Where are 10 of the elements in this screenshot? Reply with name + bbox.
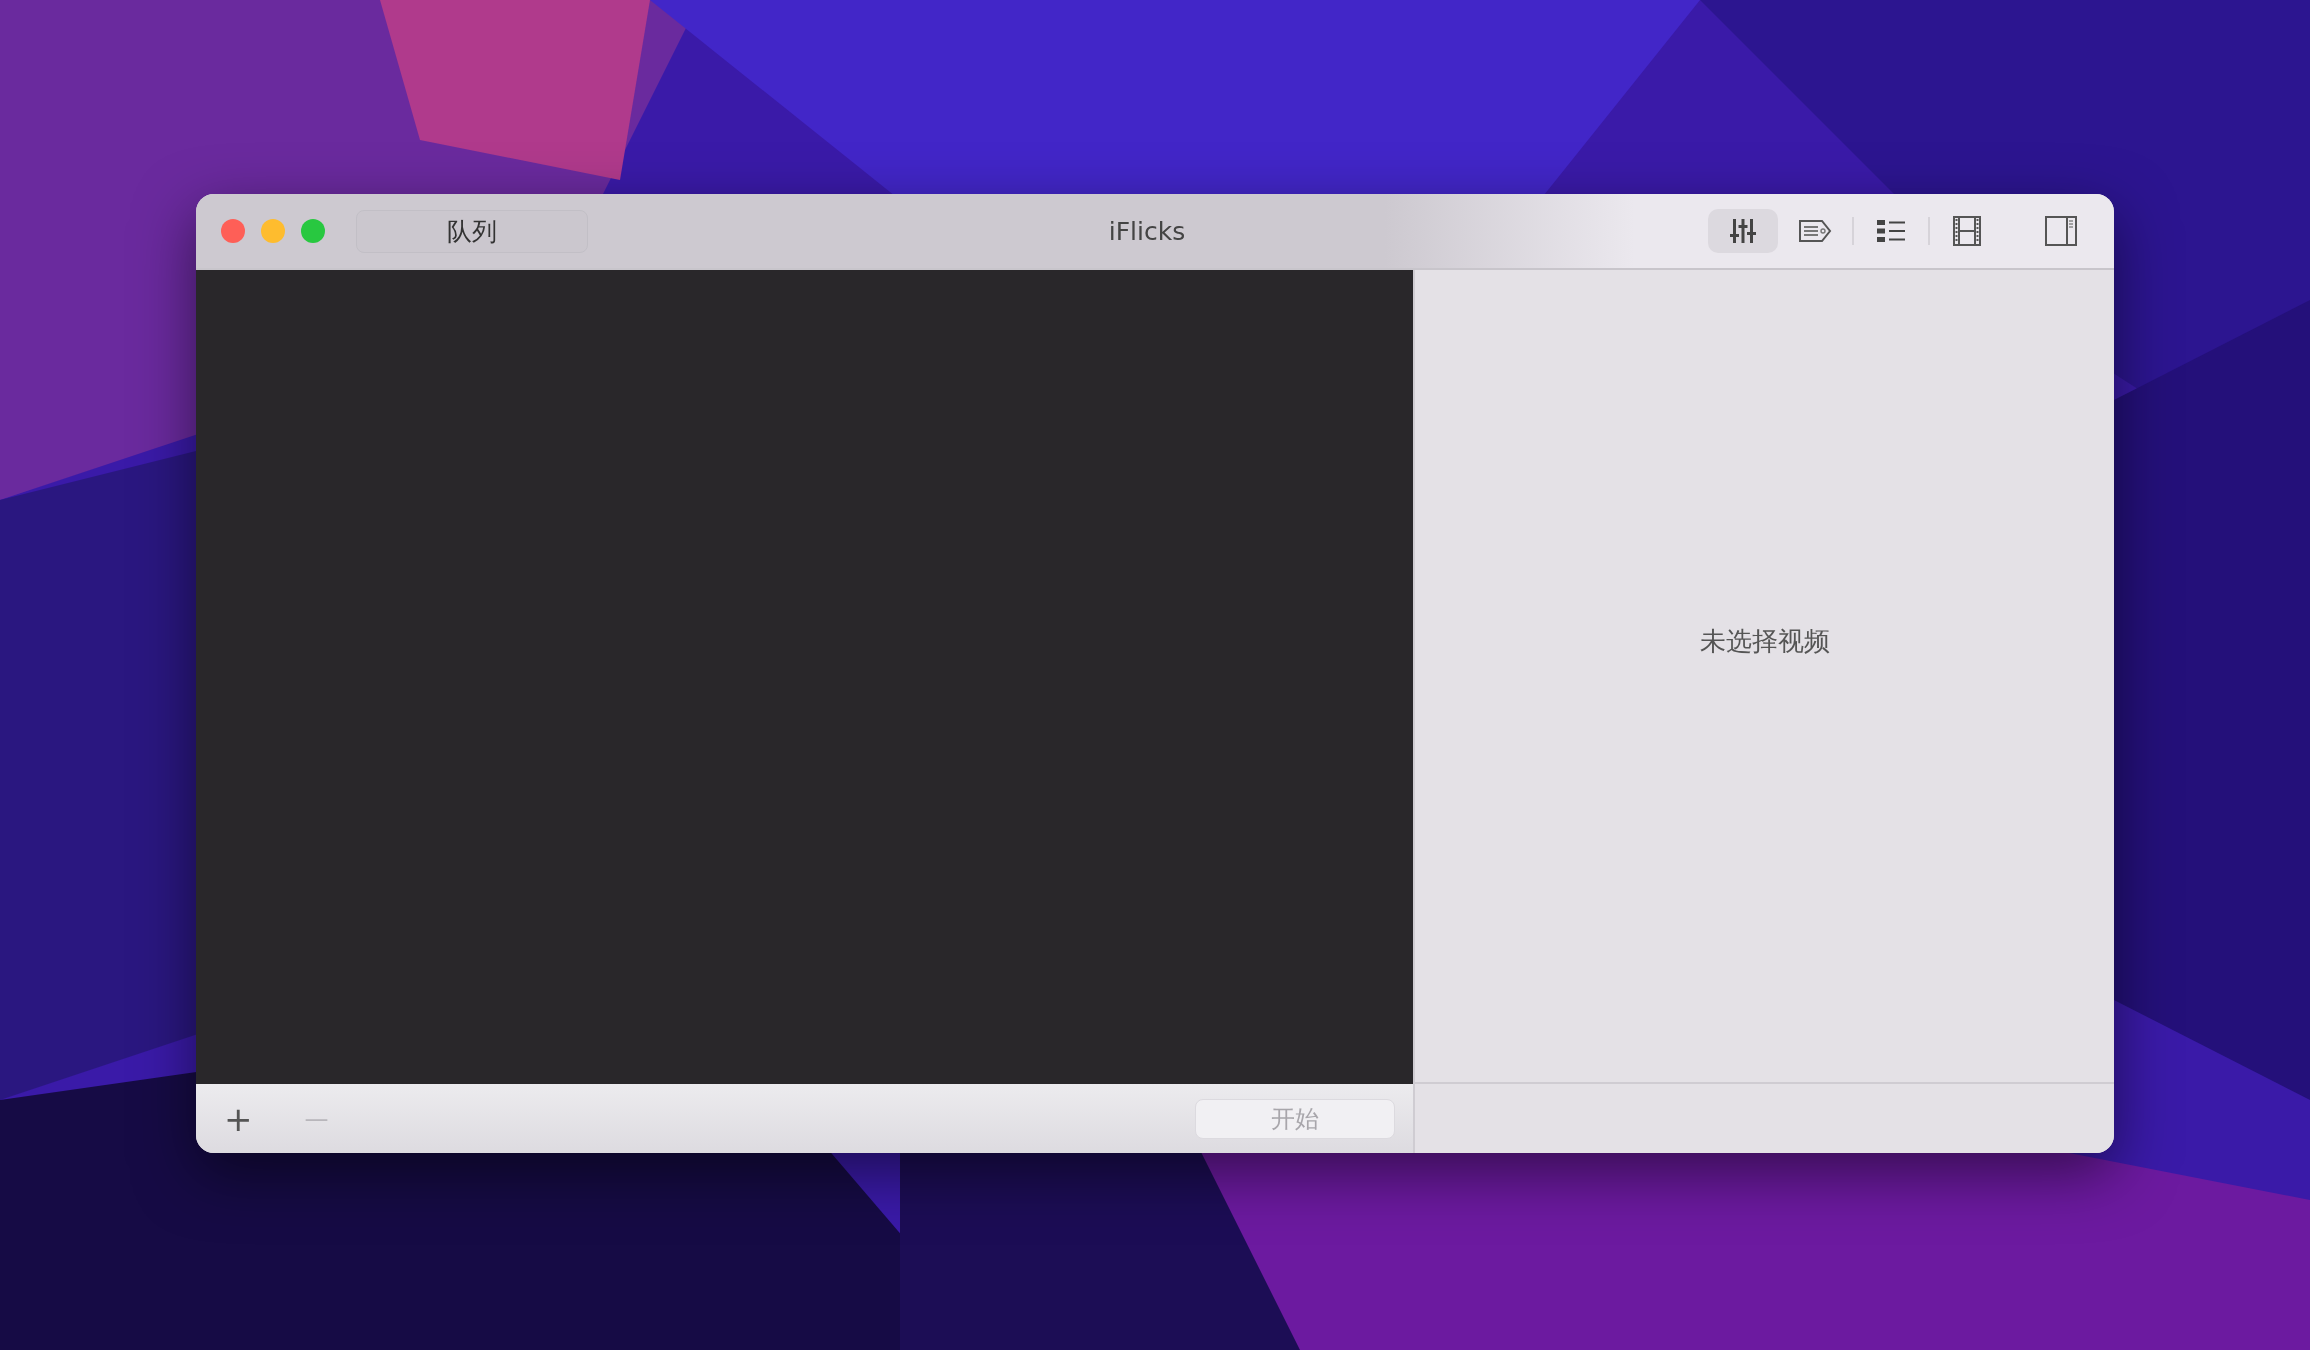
sidebar-icon [2045,216,2077,246]
window-title: iFlicks [1108,216,1186,246]
sliders-button[interactable] [1708,209,1778,253]
queue-button[interactable]: 队列 [356,209,588,253]
add-button[interactable]: + [218,1098,259,1139]
tag-icon [1798,219,1832,243]
film-icon [1953,216,1981,246]
empty-message: 未选择视频 [1699,624,1830,658]
sliders-icon [1730,218,1756,244]
list-icon [1877,220,1905,242]
